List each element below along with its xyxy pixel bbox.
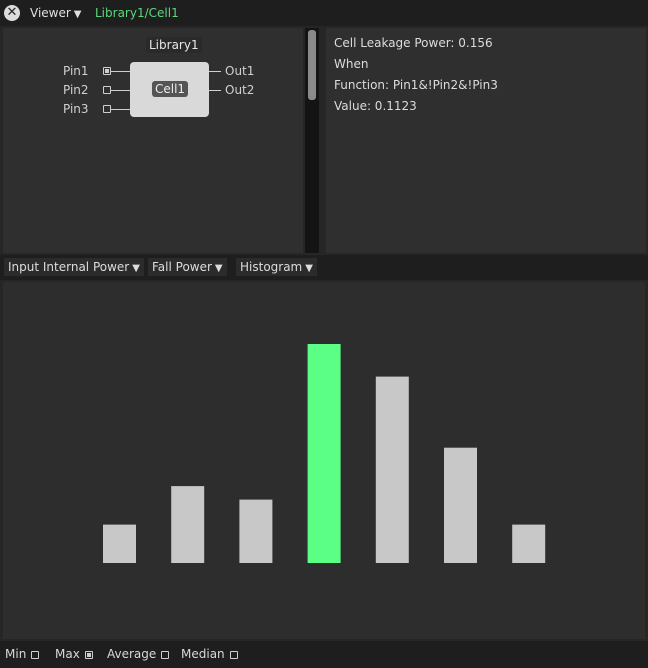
view-dropdown[interactable]: Histogram ▼ bbox=[236, 258, 317, 276]
pin-label-pin3: Pin3 bbox=[63, 102, 89, 116]
caret-down-icon: ▼ bbox=[73, 9, 82, 20]
chart-options-bar: Input Internal Power ▼ Fall Power ▼ Histog… bbox=[0, 255, 648, 280]
viewer-label: Viewer bbox=[30, 6, 71, 20]
cell-label: Cell1 bbox=[152, 81, 189, 97]
out2-wire bbox=[209, 90, 221, 91]
pin-label-pin1: Pin1 bbox=[63, 64, 89, 78]
median-checkbox[interactable] bbox=[229, 650, 238, 659]
when-text: When bbox=[334, 57, 369, 71]
power-type-dropdown[interactable]: Input Internal Power ▼ bbox=[4, 258, 144, 276]
pin2-wire bbox=[111, 90, 130, 91]
out1-wire bbox=[209, 71, 221, 72]
transition-value: Fall Power bbox=[152, 260, 212, 274]
pin3-checkbox[interactable] bbox=[103, 105, 111, 113]
value-text: Value: 0.1123 bbox=[334, 99, 417, 113]
cell-path: Library1/Cell1 bbox=[95, 6, 179, 20]
pin2-checkbox[interactable] bbox=[103, 86, 111, 94]
cell-block[interactable]: Cell1 bbox=[130, 62, 209, 117]
min-toggle[interactable]: Min bbox=[5, 647, 40, 661]
pin1-checkbox[interactable] bbox=[103, 67, 111, 75]
caret-down-icon: ▼ bbox=[214, 263, 223, 274]
max-checkbox[interactable] bbox=[84, 650, 93, 659]
average-checkbox[interactable] bbox=[161, 650, 170, 659]
max-toggle[interactable]: Max bbox=[55, 647, 93, 661]
title-bar: ✕ Viewer ▼ Library1/Cell1 bbox=[0, 0, 648, 26]
pin1-wire bbox=[111, 71, 130, 72]
histogram-bar-1[interactable] bbox=[103, 524, 136, 563]
histogram-chart bbox=[3, 282, 645, 639]
pin3-wire bbox=[111, 109, 130, 110]
histogram-bar-2[interactable] bbox=[171, 486, 205, 563]
view-value: Histogram bbox=[240, 260, 303, 274]
average-label: Average bbox=[107, 647, 157, 661]
pin-label-pin2: Pin2 bbox=[63, 83, 89, 97]
histogram-bar-6[interactable] bbox=[444, 447, 477, 563]
min-label: Min bbox=[5, 647, 27, 661]
viewer-menu[interactable]: Viewer ▼ bbox=[30, 6, 82, 20]
leakage-power-text: Cell Leakage Power: 0.156 bbox=[334, 36, 493, 50]
histogram-bar-5[interactable] bbox=[375, 376, 409, 563]
histogram-bar-7[interactable] bbox=[512, 524, 546, 563]
caret-down-icon: ▼ bbox=[132, 263, 140, 274]
average-toggle[interactable]: Average bbox=[107, 647, 170, 661]
max-label: Max bbox=[55, 647, 80, 661]
histogram-bar-3[interactable] bbox=[239, 499, 273, 563]
schematic-scrollbar[interactable] bbox=[305, 28, 319, 253]
median-label: Median bbox=[181, 647, 225, 661]
schematic-panel: Library1 Pin1 Pin2 Pin3 Cell1 Out1 Out2 bbox=[3, 28, 303, 253]
function-text: Function: Pin1&!Pin2&!Pin3 bbox=[334, 78, 498, 92]
min-checkbox[interactable] bbox=[31, 650, 40, 659]
power-type-value: Input Internal Power bbox=[8, 260, 130, 274]
pin-label-out2: Out2 bbox=[225, 83, 255, 97]
caret-down-icon: ▼ bbox=[305, 263, 313, 274]
close-icon[interactable]: ✕ bbox=[4, 5, 20, 21]
info-panel: Cell Leakage Power: 0.156 When Function:… bbox=[326, 28, 646, 253]
scrollbar-thumb[interactable] bbox=[308, 30, 316, 100]
stats-footer: Min Max Average Median bbox=[0, 641, 648, 668]
pin-label-out1: Out1 bbox=[225, 64, 255, 78]
histogram-bar-4[interactable] bbox=[307, 344, 341, 563]
library-label: Library1 bbox=[146, 37, 202, 53]
median-toggle[interactable]: Median bbox=[181, 647, 238, 661]
histogram-svg bbox=[103, 344, 546, 563]
transition-dropdown[interactable]: Fall Power ▼ bbox=[148, 258, 227, 276]
